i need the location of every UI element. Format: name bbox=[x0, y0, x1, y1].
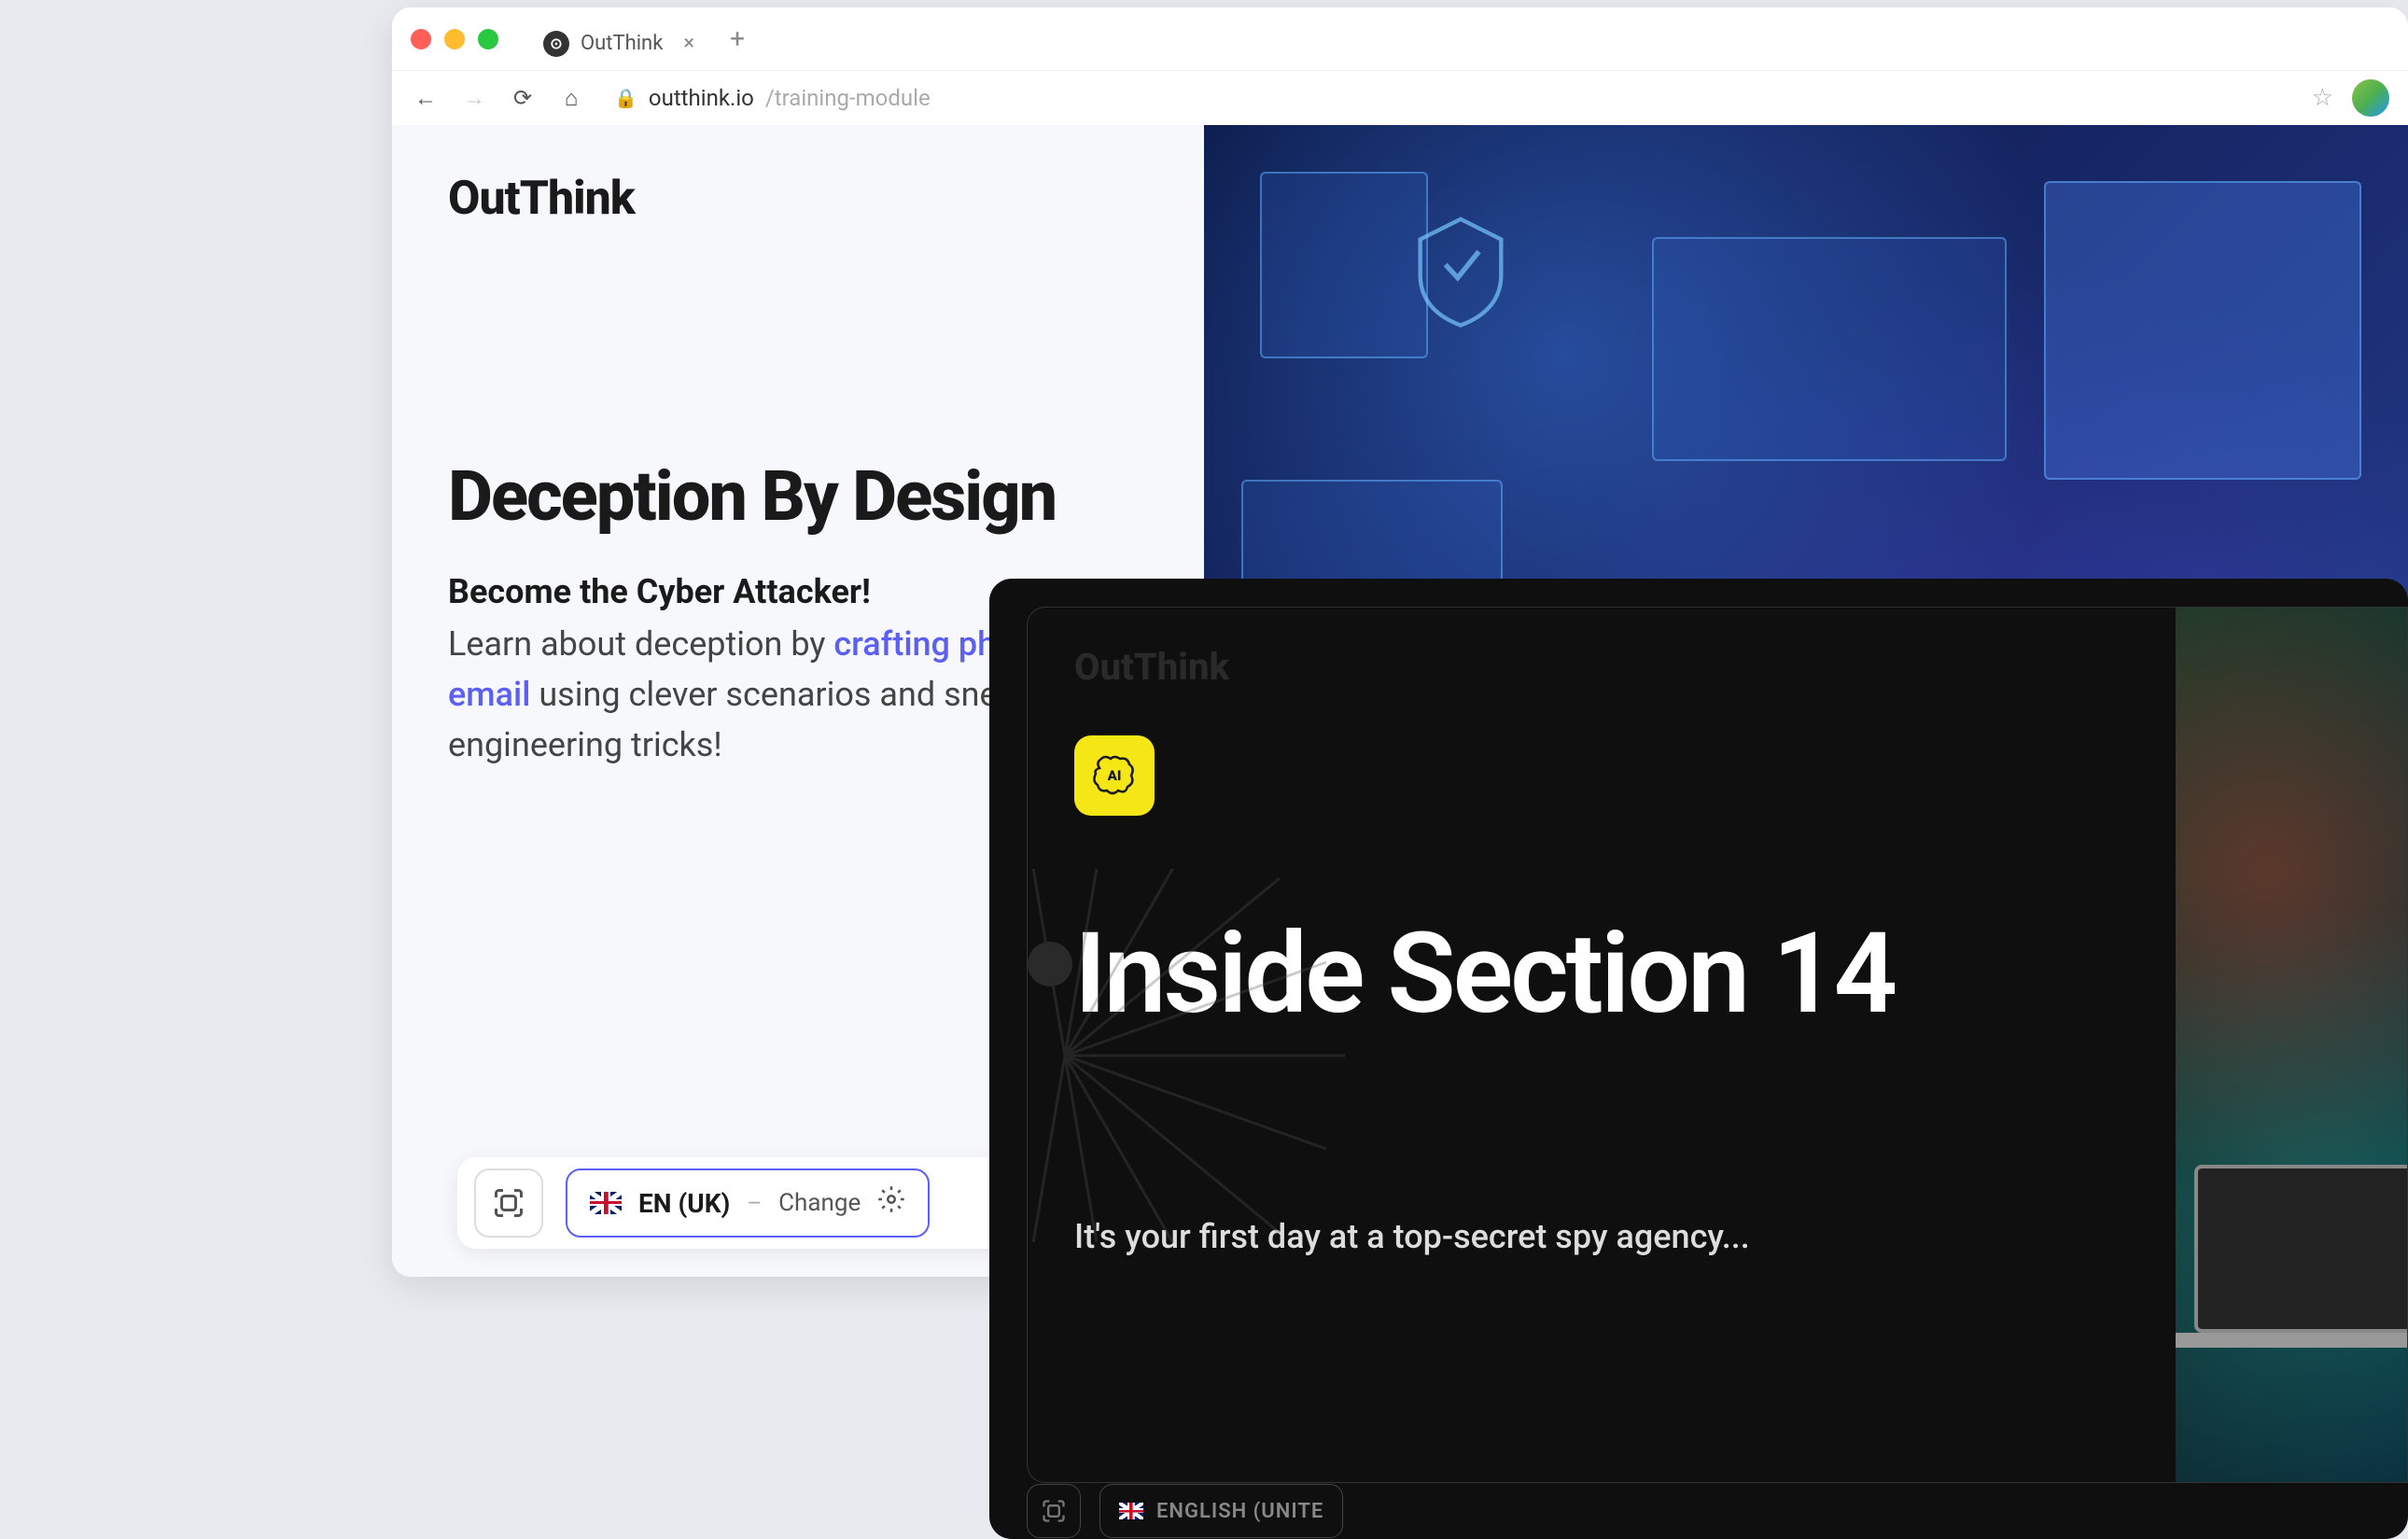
language-label: EN (UK) bbox=[638, 1188, 730, 1219]
url-domain: outthink.io bbox=[649, 85, 754, 111]
lock-icon: 🔒 bbox=[614, 87, 637, 109]
brand-logo: OutThink bbox=[448, 172, 1148, 226]
capture-button[interactable] bbox=[474, 1168, 543, 1238]
decoration-dot bbox=[1028, 942, 1072, 986]
url-field[interactable]: 🔒 outthink.io/training-module bbox=[614, 85, 931, 111]
tab-close-icon[interactable]: × bbox=[683, 32, 694, 55]
home-button[interactable]: ⌂ bbox=[556, 83, 586, 113]
tab-favicon: ⊙ bbox=[543, 31, 569, 57]
gear-icon[interactable] bbox=[877, 1185, 905, 1221]
bookmark-icon[interactable]: ☆ bbox=[2312, 84, 2333, 112]
new-tab-button[interactable]: + bbox=[730, 23, 745, 54]
change-label: Change bbox=[778, 1189, 861, 1217]
page-title: Deception By Design bbox=[448, 459, 1148, 535]
body-text-prefix: Learn about deception by bbox=[448, 624, 833, 664]
overlay-capture-button[interactable] bbox=[1027, 1484, 1081, 1538]
capture-icon bbox=[492, 1186, 525, 1220]
capture-icon bbox=[1041, 1498, 1067, 1524]
ai-badge: AI bbox=[1074, 735, 1155, 816]
overlay-toolbar: ENGLISH (UNITE bbox=[1027, 1483, 1343, 1539]
ai-brain-icon: AI bbox=[1088, 749, 1141, 802]
shield-icon bbox=[1409, 209, 1512, 330]
back-button[interactable]: ← bbox=[411, 83, 441, 113]
laptop-illustration bbox=[2194, 1165, 2407, 1333]
svg-text:AI: AI bbox=[1107, 767, 1122, 784]
flag-uk-icon bbox=[590, 1192, 622, 1214]
flag-uk-icon bbox=[1119, 1503, 1143, 1519]
reload-button[interactable]: ⟳ bbox=[508, 83, 538, 113]
body-text-mid bbox=[950, 624, 959, 664]
sunburst-decoration bbox=[1027, 869, 1364, 1242]
browser-address-bar: ← → ⟳ ⌂ 🔒 outthink.io/training-module ☆ bbox=[392, 71, 2408, 125]
browser-tab[interactable]: ⊙ OutThink × bbox=[526, 21, 711, 66]
minimize-window-button[interactable] bbox=[444, 29, 465, 49]
overlay-language-label: ENGLISH (UNITE bbox=[1156, 1500, 1323, 1523]
forward-button[interactable]: → bbox=[459, 83, 489, 113]
profile-avatar[interactable] bbox=[2352, 79, 2389, 117]
overlay-inner: OutThink AI Inside Section 14 It's your … bbox=[1027, 607, 2408, 1483]
overlay-left-panel: OutThink AI Inside Section 14 It's your … bbox=[1028, 608, 2176, 1482]
browser-tab-bar: ⊙ OutThink × + bbox=[392, 7, 2408, 71]
language-selector[interactable]: EN (UK) – Change bbox=[566, 1168, 930, 1238]
overlay-language-selector[interactable]: ENGLISH (UNITE bbox=[1099, 1484, 1343, 1538]
window-controls bbox=[411, 29, 498, 49]
link-crafting[interactable]: crafting bbox=[833, 624, 950, 664]
overlay-brand-logo: OutThink bbox=[1074, 645, 2129, 689]
overlay-window: OutThink AI Inside Section 14 It's your … bbox=[989, 579, 2408, 1539]
overlay-hero-image bbox=[2176, 608, 2407, 1482]
url-path: /training-module bbox=[765, 85, 931, 111]
close-window-button[interactable] bbox=[411, 29, 431, 49]
divider: – bbox=[747, 1190, 762, 1216]
tab-title: OutThink bbox=[581, 32, 663, 55]
maximize-window-button[interactable] bbox=[478, 29, 498, 49]
